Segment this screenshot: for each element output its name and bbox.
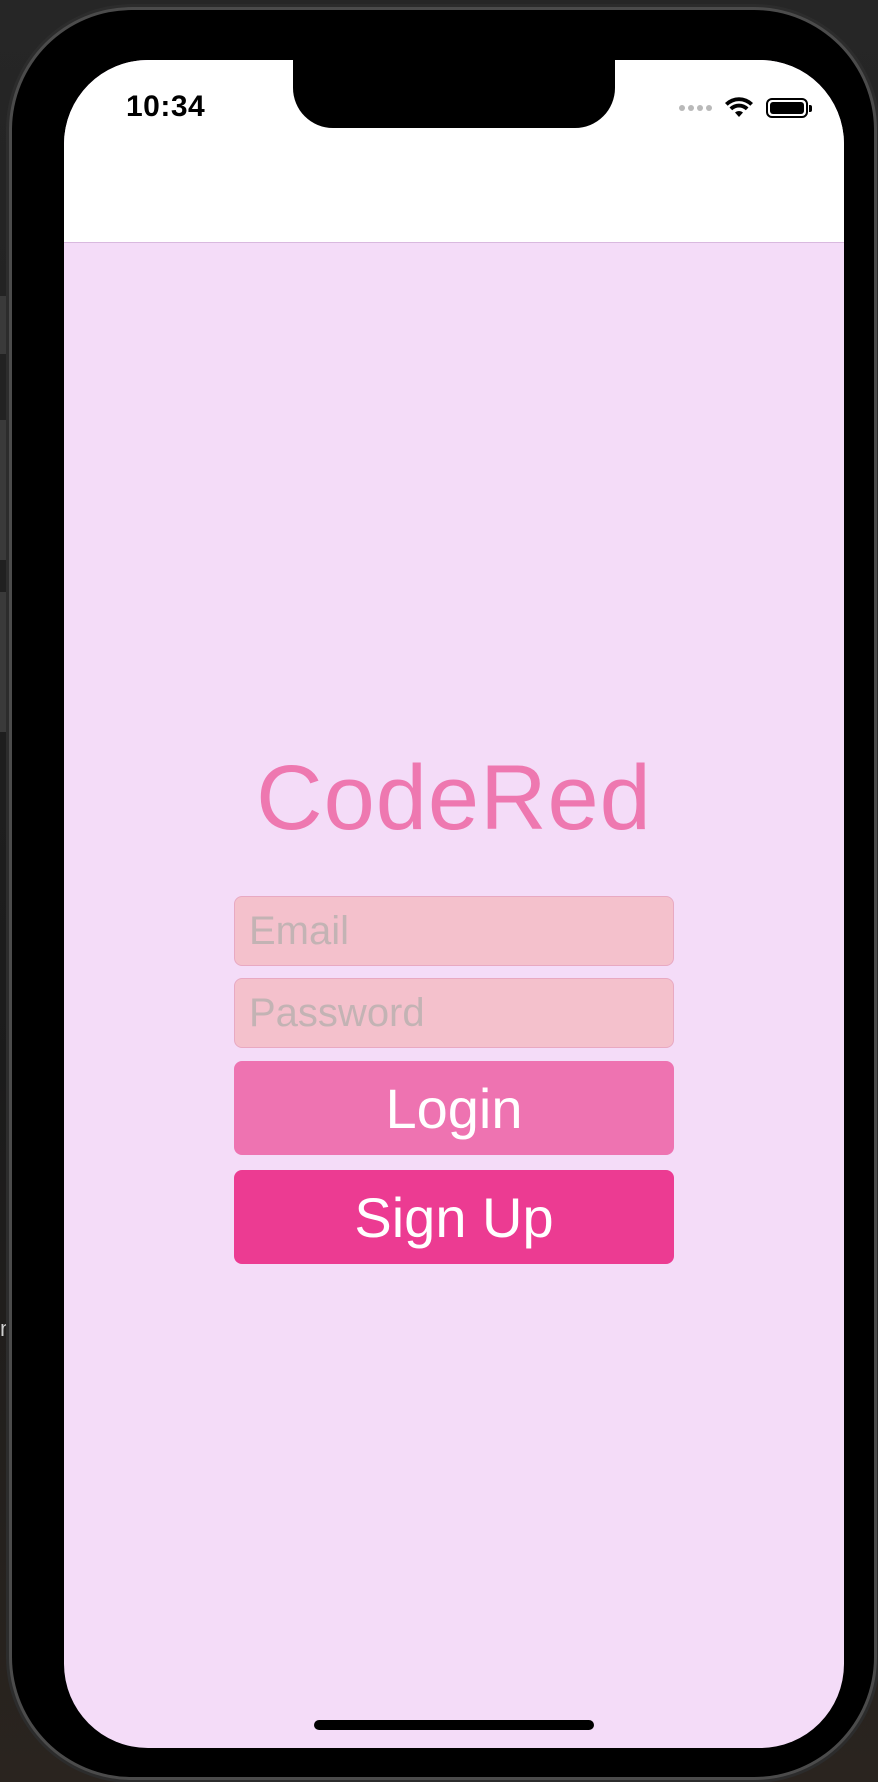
status-bar-icons: [679, 94, 812, 122]
background-window-edge: [0, 296, 12, 354]
phone-frame: 10:34 CodeRed Login Sign Up: [12, 10, 874, 1777]
battery-icon: [766, 98, 812, 118]
sign-up-button[interactable]: Sign Up: [234, 1170, 674, 1264]
login-button[interactable]: Login: [234, 1061, 674, 1155]
navigation-bar: 10:34: [64, 60, 844, 243]
app-title: CodeRed: [256, 747, 652, 849]
password-input[interactable]: [234, 978, 674, 1048]
phone-screen: 10:34 CodeRed Login Sign Up: [64, 60, 844, 1748]
cellular-signal-icon: [679, 105, 712, 111]
status-bar-time: 10:34: [126, 90, 206, 123]
email-input[interactable]: [234, 896, 674, 966]
wifi-icon: [725, 97, 753, 117]
device-notch: [293, 60, 615, 128]
home-indicator[interactable]: [314, 1720, 594, 1730]
background-window-edge: [0, 592, 12, 732]
background-window-edge: [0, 420, 12, 560]
